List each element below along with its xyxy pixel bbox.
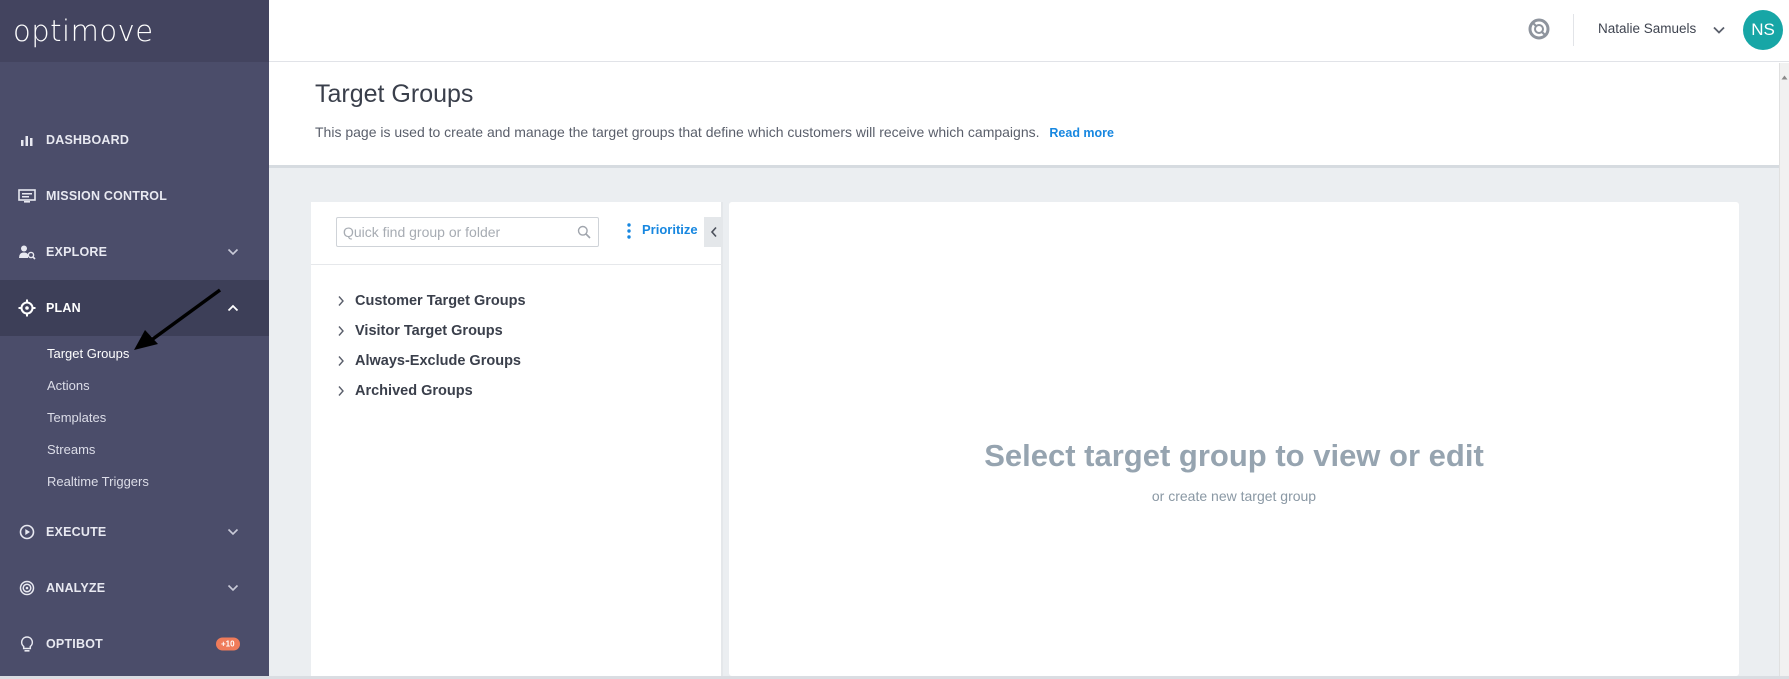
target-icon	[18, 299, 36, 317]
page-description: This page is used to create and manage t…	[315, 124, 1114, 140]
sidebar-item-analyze[interactable]: ANALYZE	[0, 560, 269, 616]
chevron-down-icon[interactable]	[1712, 22, 1726, 40]
user-name[interactable]: Natalie Samuels	[1598, 21, 1696, 36]
brand-logo[interactable]: optimove	[13, 14, 154, 48]
page-title: Target Groups	[315, 80, 474, 108]
search-icon[interactable]	[577, 225, 591, 244]
sidebar-item-label: PLAN	[46, 301, 81, 315]
tree-item-label: Customer Target Groups	[355, 293, 526, 309]
brand-header: optimove	[0, 0, 269, 62]
sidebar-item-dashboard[interactable]: DASHBOARD	[0, 112, 269, 168]
help-icon[interactable]	[1528, 18, 1550, 40]
annotation-arrow	[134, 288, 222, 350]
sidebar-item-label: ANALYZE	[46, 581, 106, 595]
bar-chart-icon	[18, 131, 36, 149]
prioritize-button[interactable]: Prioritize	[642, 222, 698, 237]
chevron-right-icon	[337, 355, 349, 367]
page-scrollbar[interactable]	[1779, 63, 1789, 676]
sidebar-item-label: MISSION CONTROL	[46, 189, 168, 203]
avatar[interactable]: NS	[1743, 10, 1783, 50]
chevron-right-icon	[337, 385, 349, 397]
sidebar-item-label: EXECUTE	[46, 525, 107, 539]
top-bar-divider	[1573, 14, 1574, 46]
tree-item-label: Always-Exclude Groups	[355, 353, 521, 369]
page-header: Target Groups This page is used to creat…	[269, 63, 1779, 168]
plan-submenu: Target Groups Actions Templates Streams …	[0, 336, 269, 504]
chevron-right-icon	[337, 325, 349, 337]
sidebar-nav: DASHBOARD MISSION CONTROL EXPLORE PLAN T…	[0, 112, 269, 672]
sidebar-item-label: DASHBOARD	[46, 133, 130, 147]
sidebar-item-mission-control[interactable]: MISSION CONTROL	[0, 168, 269, 224]
notification-badge: +10	[216, 637, 240, 651]
search-box	[336, 217, 599, 247]
sidebar-subitem-templates[interactable]: Templates	[0, 402, 269, 434]
tree-item-always-exclude-groups[interactable]: Always-Exclude Groups	[337, 346, 526, 376]
tree-item-label: Visitor Target Groups	[355, 323, 503, 339]
chevron-down-icon	[227, 523, 239, 541]
monitor-icon	[18, 187, 36, 205]
sidebar-item-explore[interactable]: EXPLORE	[0, 224, 269, 280]
sidebar-item-label: EXPLORE	[46, 245, 108, 259]
lightbulb-icon	[18, 635, 36, 653]
read-more-link[interactable]: Read more	[1049, 126, 1114, 140]
sidebar-subitem-realtime-triggers[interactable]: Realtime Triggers	[0, 466, 269, 498]
details-panel: Select target group to view or edit or c…	[729, 202, 1739, 676]
play-circle-icon	[18, 523, 36, 541]
sidebar-subitem-actions[interactable]: Actions	[0, 370, 269, 402]
tree-item-visitor-target-groups[interactable]: Visitor Target Groups	[337, 316, 526, 346]
sidebar-subitem-streams[interactable]: Streams	[0, 434, 269, 466]
panel-divider	[311, 264, 723, 265]
tree-item-archived-groups[interactable]: Archived Groups	[337, 376, 526, 406]
search-input[interactable]	[337, 218, 567, 246]
chevron-down-icon	[227, 243, 239, 261]
top-bar: Natalie Samuels NS	[269, 0, 1789, 62]
sidebar-item-label: OPTIBOT	[46, 637, 103, 651]
sidebar-item-execute[interactable]: EXECUTE	[0, 504, 269, 560]
chevron-right-icon	[337, 295, 349, 307]
empty-state-subtitle[interactable]: or create new target group	[729, 488, 1739, 504]
more-options-icon[interactable]	[627, 223, 631, 244]
collapse-panel-button[interactable]	[704, 217, 723, 247]
main-content: Prioritize Customer Target Groups Visito…	[269, 168, 1779, 676]
radar-icon	[18, 579, 36, 597]
groups-panel: Prioritize Customer Target Groups Visito…	[311, 202, 723, 676]
empty-state-title: Select target group to view or edit	[984, 438, 1484, 473]
group-tree: Customer Target Groups Visitor Target Gr…	[337, 286, 526, 406]
tree-item-customer-target-groups[interactable]: Customer Target Groups	[337, 286, 526, 316]
scroll-up-icon[interactable]	[1781, 67, 1788, 85]
chevron-down-icon	[227, 579, 239, 597]
chevron-left-icon	[710, 226, 717, 238]
tree-item-label: Archived Groups	[355, 383, 473, 399]
user-search-icon	[18, 243, 36, 261]
page-description-text: This page is used to create and manage t…	[315, 124, 1040, 140]
sidebar-item-optibot[interactable]: OPTIBOT +10	[0, 616, 269, 672]
